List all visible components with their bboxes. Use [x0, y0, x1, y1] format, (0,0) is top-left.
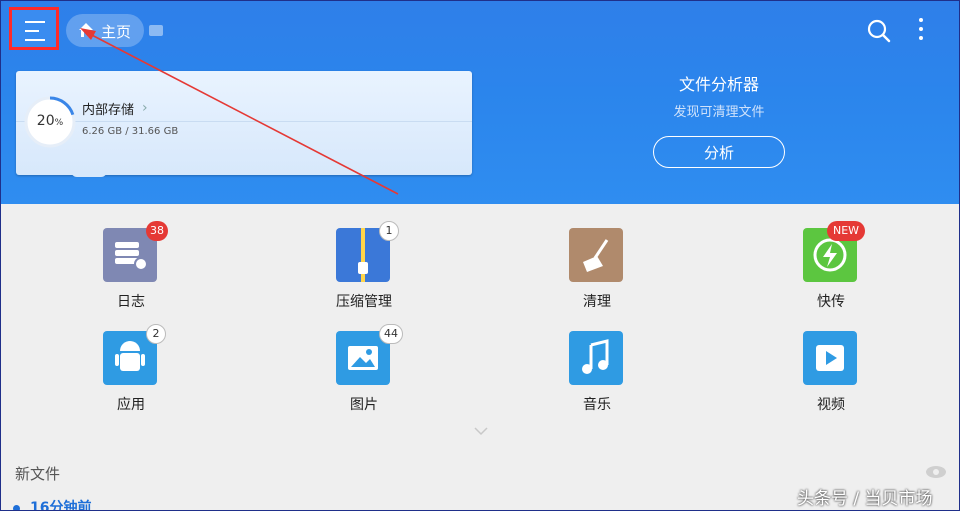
breadcrumb-home-label: 主页 [101, 23, 132, 41]
tile-image[interactable]: 44 图片 [304, 324, 424, 421]
storage-percent: 20% [36, 113, 64, 129]
storage-size: 6.26 GB / 31.66 GB [82, 126, 179, 137]
app-header: 主页 20% 内部存储 › 6.26 GB / 31.66 GB 文件分析器 发… [1, 1, 959, 204]
tile-label: 音乐 [583, 397, 611, 413]
more-options-icon[interactable] [916, 18, 926, 44]
timeline-dot [13, 504, 20, 510]
tile-music-note[interactable]: 音乐 [537, 331, 657, 421]
tile-label: 压缩管理 [336, 294, 392, 310]
hamburger-menu-button[interactable] [9, 7, 59, 50]
card-divider [16, 121, 472, 122]
count-badge: NEW [827, 221, 866, 241]
chevron-right-icon: › [142, 100, 148, 116]
tile-label: 快传 [817, 294, 845, 310]
tile-label: 应用 [117, 397, 145, 413]
tile-label: 日志 [117, 294, 145, 310]
time-group-header: 16分钟前 [13, 497, 92, 511]
new-files-title: 新文件 [15, 465, 61, 483]
tile-log-stack[interactable]: 38 日志 [71, 221, 191, 318]
eye-icon[interactable] [925, 465, 947, 479]
music-note-icon [569, 331, 623, 385]
count-badge: 44 [379, 324, 403, 344]
tile-zip-archive[interactable]: 1 压缩管理 [304, 221, 424, 318]
breadcrumb-home[interactable]: 主页 [66, 14, 144, 47]
internal-storage-card[interactable]: 20% 内部存储 › 6.26 GB / 31.66 GB [16, 71, 472, 175]
analyzer-subtitle: 发现可清理文件 [673, 105, 765, 120]
count-badge: 2 [146, 324, 166, 344]
watermark: 头条号 / 当贝市场 [797, 489, 933, 509]
tile-broom[interactable]: 清理 [537, 228, 657, 318]
tile-label: 清理 [583, 294, 611, 310]
card-tab [71, 171, 107, 177]
message-icon[interactable] [149, 25, 163, 36]
tile-fast-transfer[interactable]: NEW 快传 [771, 221, 891, 318]
tile-label: 视频 [817, 397, 845, 413]
chevron-down-icon[interactable] [473, 423, 489, 439]
time-group-label: 16分钟前 [30, 500, 92, 511]
count-badge: 1 [379, 221, 399, 241]
tile-android[interactable]: 2 应用 [71, 324, 191, 421]
video-play-icon [803, 331, 857, 385]
count-badge: 38 [146, 221, 168, 241]
broom-icon [569, 228, 623, 282]
tile-label: 图片 [350, 397, 378, 413]
storage-name: 内部存储 [82, 103, 135, 118]
tile-video-play[interactable]: 视频 [771, 331, 891, 421]
analyzer-title: 文件分析器 [678, 75, 759, 94]
menu-icon [25, 21, 45, 48]
home-icon [79, 23, 93, 37]
app-window: 主页 20% 内部存储 › 6.26 GB / 31.66 GB 文件分析器 发… [0, 0, 960, 511]
analyze-button[interactable]: 分析 [653, 136, 785, 168]
search-icon[interactable] [867, 19, 891, 43]
